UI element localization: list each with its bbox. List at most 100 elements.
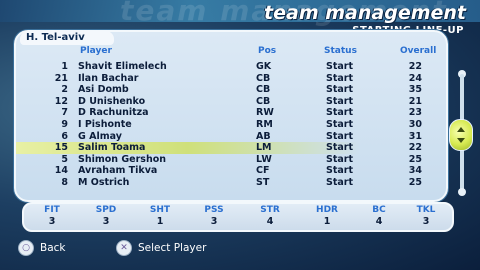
stat-value: 3: [210, 216, 218, 227]
player-status: Start: [326, 176, 354, 188]
player-overall: 30: [408, 118, 422, 130]
player-overall: 22: [408, 142, 422, 154]
player-overall: 25: [408, 153, 422, 165]
player-number: 2: [61, 84, 68, 96]
column-header-pos: Pos: [258, 46, 277, 56]
stat-value: 3: [48, 216, 56, 227]
player-name: Avraham Tikva: [78, 165, 158, 177]
player-number: 21: [54, 72, 68, 84]
player-row[interactable]: 21 Ilan Bachar CB Start 24: [16, 73, 446, 85]
stat-label: SHT: [149, 205, 171, 215]
column-header-overall: Overall: [400, 46, 437, 56]
player-overall: 24: [408, 72, 422, 84]
player-row[interactable]: 2 Asi Domb CB Start 35: [16, 84, 446, 96]
player-name: D Rachunitza: [78, 107, 149, 119]
player-status: Start: [326, 142, 354, 154]
player-row-selected[interactable]: 15 Salim Toama LM Start 22: [16, 142, 446, 154]
player-position: CB: [256, 84, 271, 96]
player-row[interactable]: 7 D Rachunitza RW Start 23: [16, 107, 446, 119]
lineup-panel: H. Tel-aviv Player Pos Status Overall 1S…: [14, 30, 448, 202]
player-position: GK: [256, 61, 272, 72]
player-name: Salim Toama: [78, 142, 146, 154]
scroll-down-arrow[interactable]: [458, 188, 466, 196]
player-number: 1: [61, 61, 68, 72]
select-player-button[interactable]: Select Player: [138, 242, 206, 254]
player-name: M Ostrich: [78, 176, 130, 188]
player-row[interactable]: 12 D Unishenko CB Start 21: [16, 96, 446, 108]
player-overall: 34: [408, 165, 422, 177]
stat-label: PSS: [204, 205, 224, 215]
player-name: Shimon Gershon: [78, 153, 166, 165]
player-overall: 22: [408, 61, 422, 72]
cross-button-icon[interactable]: ✕: [116, 240, 132, 256]
player-name: I Pishonte: [78, 118, 132, 130]
player-overall: 23: [408, 107, 422, 119]
stat-spd: SPD 3: [86, 204, 126, 228]
stat-label: SPD: [95, 205, 117, 215]
player-overall: 31: [408, 130, 422, 142]
player-name: Shavit Elimelech: [78, 61, 167, 72]
player-status: Start: [326, 165, 354, 177]
player-stats-panel: FIT 3 SPD 3 SHT 1 PSS 3 STR 4 HDR 1 BC 4 TKL 3: [22, 202, 454, 232]
player-number: 7: [61, 107, 68, 119]
player-number: 9: [61, 118, 68, 130]
circle-button-icon[interactable]: ○: [18, 240, 34, 256]
player-status: Start: [326, 95, 354, 107]
scrollbar-thumb[interactable]: [449, 119, 473, 151]
stat-fit: FIT 3: [32, 204, 72, 228]
player-name: D Unishenko: [78, 95, 146, 107]
team-name-tab: H. Tel-aviv: [20, 31, 114, 45]
player-status: Start: [326, 84, 354, 96]
player-position: RM: [256, 118, 273, 130]
player-number: 15: [54, 142, 68, 154]
stat-sht: SHT 1: [140, 204, 180, 228]
player-overall: 25: [408, 176, 422, 188]
player-number: 6: [61, 130, 68, 142]
column-header-player: Player: [80, 46, 112, 56]
stat-label: BC: [372, 205, 386, 215]
stat-label: HDR: [316, 205, 338, 215]
player-position: LW: [256, 153, 272, 165]
player-position: CB: [256, 95, 271, 107]
column-header-status: Status: [324, 46, 357, 56]
player-row[interactable]: 6 G Almay AB Start 31: [16, 131, 446, 143]
player-number: 14: [54, 165, 68, 177]
player-row[interactable]: 9 I Pishonte RM Start 30: [16, 119, 446, 131]
player-row[interactable]: 1 Shavit Elimelech GK Start 22: [16, 61, 446, 73]
stat-hdr: HDR 1: [307, 204, 347, 228]
stat-bc: BC 4: [359, 204, 399, 228]
stat-label: FIT: [44, 205, 60, 215]
scroll-arrows-icon: [457, 127, 465, 143]
player-status: Start: [326, 107, 354, 119]
player-row[interactable]: 8 M Ostrich ST Start 25: [16, 177, 446, 189]
stat-value: 3: [102, 216, 110, 227]
stat-pss: PSS 3: [194, 204, 234, 228]
player-overall: 21: [408, 95, 422, 107]
stat-value: 4: [375, 216, 383, 227]
player-status: Start: [326, 130, 354, 142]
player-row[interactable]: 14 Avraham Tikva CF Start 34: [16, 165, 446, 177]
player-position: CF: [256, 165, 270, 177]
player-status: Start: [326, 61, 354, 72]
back-button[interactable]: Back: [40, 242, 66, 254]
player-position: ST: [256, 176, 270, 188]
player-overall: 35: [408, 84, 422, 96]
stat-value: 3: [422, 216, 430, 227]
player-list: 1 Shavit Elimelech GK Start 22 21 Ilan Bachar…: [16, 61, 446, 189]
player-status: Start: [326, 72, 354, 84]
stat-value: 1: [323, 216, 331, 227]
stat-label: STR: [260, 205, 280, 215]
player-number: 12: [54, 95, 68, 107]
player-number: 8: [61, 176, 68, 188]
player-status: Start: [326, 118, 354, 130]
player-status: Start: [326, 153, 354, 165]
player-position: CB: [256, 72, 271, 84]
player-name: Ilan Bachar: [78, 72, 139, 84]
stat-label: TKL: [416, 205, 436, 215]
player-position: LM: [256, 142, 272, 154]
player-position: RW: [256, 107, 274, 119]
player-number: 5: [61, 153, 68, 165]
stat-value: 4: [266, 216, 274, 227]
player-name: Asi Domb: [78, 84, 129, 96]
player-row[interactable]: 5 Shimon Gershon LW Start 25: [16, 154, 446, 166]
